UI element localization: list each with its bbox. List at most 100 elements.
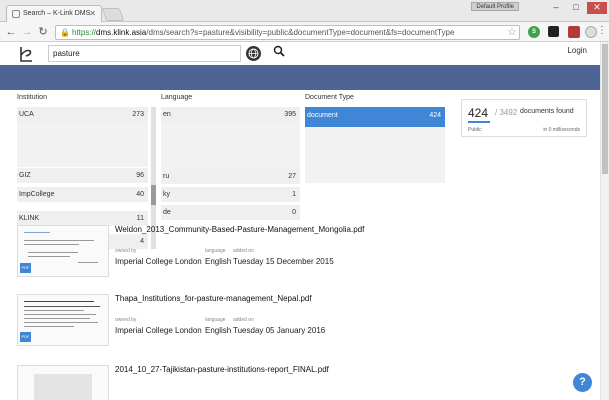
extension-grey-icon[interactable]	[585, 26, 597, 38]
page-scrollbar-thumb[interactable]	[602, 44, 608, 174]
language-facet-title: Language	[161, 94, 193, 101]
address-bar[interactable]: 🔒 https://dms.klink.asia/dms/search?s=pas…	[55, 25, 520, 40]
minimize-icon[interactable]: –	[547, 2, 565, 14]
facet-item-institution[interactable]: ImpCollege 40	[17, 187, 148, 202]
results-summary: 424 / 3492 documents found Public in 0 m…	[461, 99, 587, 137]
page-scrollbar[interactable]	[600, 42, 609, 400]
login-link[interactable]: Login	[567, 46, 587, 55]
app-page: Login Institution UCA 273 GIZ 96 ImpColl…	[0, 42, 600, 400]
document-type-facet-title: Document Type	[305, 94, 354, 101]
owned-by-value: Imperial College London	[115, 257, 202, 266]
scrollbar-thumb[interactable]	[151, 185, 156, 205]
added-on-label: added on	[233, 248, 254, 254]
result-item[interactable]: 2014_10_27-Tajikistan-pasture-institutio…	[17, 365, 577, 400]
facet-item-label: KLINK	[19, 215, 40, 222]
facet-item-institution[interactable]: GIZ 96	[17, 168, 148, 183]
language-value: English	[205, 257, 232, 266]
browser-menu-icon[interactable]: ⋮	[597, 25, 607, 36]
facet-item-label: ky	[163, 191, 170, 198]
back-arrow-icon[interactable]: ←	[4, 25, 18, 39]
thumbnail-line	[24, 314, 96, 315]
thumbnail-image	[34, 374, 92, 400]
facet-item-language[interactable]: en 395	[161, 107, 300, 122]
facet-item-count: 424	[429, 112, 441, 119]
search-icon[interactable]	[271, 45, 287, 61]
result-title[interactable]: Weldon_2013_Community-Based-Pasture-Mana…	[115, 225, 364, 234]
facet-item-label: ru	[163, 173, 170, 180]
thumbnail-line	[24, 306, 100, 307]
document-thumbnail[interactable]: PDF	[17, 225, 109, 277]
results-count-underline	[468, 121, 490, 123]
thumbnail-line	[24, 310, 84, 311]
owned-by-value: Imperial College London	[115, 326, 202, 335]
result-title[interactable]: Thapa_Institutions_for-pasture-managemen…	[115, 294, 312, 303]
extension-dark-icon[interactable]	[548, 26, 559, 37]
search-input[interactable]	[48, 45, 241, 62]
maximize-icon[interactable]: □	[567, 2, 585, 14]
language-label: language	[205, 317, 226, 323]
url-scheme: https://	[72, 28, 97, 37]
browser-toolbar: ← → ↻ 🔒 https://dms.klink.asia/dms/search…	[0, 22, 609, 42]
facet-item-count: 395	[284, 111, 296, 118]
facet-item-label: UCA	[19, 111, 34, 118]
facet-item-institution[interactable]: KLINK 11	[17, 211, 148, 226]
url-path: /dms/search?s=pasture&visibility=public&…	[146, 28, 455, 37]
forward-arrow-icon[interactable]: →	[20, 25, 34, 39]
pdf-file-icon: PDF	[20, 263, 31, 273]
added-on-value: Tuesday 05 January 2016	[233, 326, 326, 335]
visibility-label: Public	[468, 127, 482, 133]
thumbnail-line	[24, 318, 90, 319]
tab-title: Search – K-Link DMS	[23, 10, 91, 17]
klink-logo-icon[interactable]	[17, 45, 35, 63]
added-on-value: Tuesday 15 December 2015	[233, 257, 334, 266]
language-value: English	[205, 326, 232, 335]
thumbnail-line	[24, 240, 94, 241]
thumbnail-line	[24, 322, 98, 323]
facet-item-label: en	[163, 111, 171, 118]
close-window-icon[interactable]: ✕	[587, 2, 607, 14]
facet-item-language[interactable]: ru 27	[161, 169, 300, 184]
facet-list-background	[17, 122, 148, 167]
result-item[interactable]: PDF Thapa_Institutions_for-pasture-manag…	[17, 294, 577, 354]
new-tab-button[interactable]	[101, 8, 125, 21]
facet-item-count: 1	[292, 191, 296, 198]
owned-by-label: owned by	[115, 317, 137, 323]
facet-item-label: ImpCollege	[19, 191, 55, 198]
pocket-extension-icon[interactable]	[568, 26, 580, 38]
help-button[interactable]: ?	[573, 373, 592, 392]
browser-tab[interactable]: Search – K-Link DMS ✕	[6, 5, 102, 22]
added-on-label: added on	[233, 317, 254, 323]
facet-item-document-type[interactable]: document 424	[305, 107, 445, 127]
thumbnail-line	[78, 262, 98, 263]
thumbnail-line	[24, 301, 94, 302]
facet-item-count: 40	[136, 191, 144, 198]
thumbnail-line	[24, 244, 79, 245]
browser-titlebar: Search – K-Link DMS ✕ Default Profile – …	[0, 0, 609, 22]
facet-list-background	[161, 122, 300, 169]
facet-item-label: de	[163, 209, 171, 216]
results-count: 424	[468, 106, 489, 120]
facet-item-count: 0	[292, 209, 296, 216]
facet-item-language[interactable]: ky 1	[161, 187, 300, 202]
app-header: Login	[0, 42, 600, 65]
thumbnail-line	[28, 252, 78, 253]
facet-item-count: 273	[132, 111, 144, 118]
extension-green-icon[interactable]: S	[528, 26, 540, 38]
institution-facet-title: Institution	[17, 94, 47, 101]
result-item[interactable]: PDF Weldon_2013_Community-Based-Pasture-…	[17, 225, 577, 285]
brand-band	[0, 65, 600, 90]
search-time: in 0 milliseconds	[543, 127, 580, 133]
bookmark-star-icon[interactable]: ☆	[507, 25, 517, 38]
thumbnail-line	[24, 326, 74, 327]
document-thumbnail[interactable]: PDF	[17, 294, 109, 346]
results-total: / 3492	[495, 108, 518, 117]
facet-item-language[interactable]: de 0	[161, 205, 300, 220]
facet-item-label: document	[307, 112, 338, 119]
profile-badge[interactable]: Default Profile	[471, 2, 519, 11]
tab-close-icon[interactable]: ✕	[89, 9, 96, 18]
document-thumbnail[interactable]	[17, 365, 109, 400]
facet-item-institution[interactable]: UCA 273	[17, 107, 148, 122]
reload-icon[interactable]: ↻	[36, 25, 50, 39]
globe-icon[interactable]	[246, 46, 261, 61]
result-title[interactable]: 2014_10_27-Tajikistan-pasture-institutio…	[115, 365, 329, 374]
